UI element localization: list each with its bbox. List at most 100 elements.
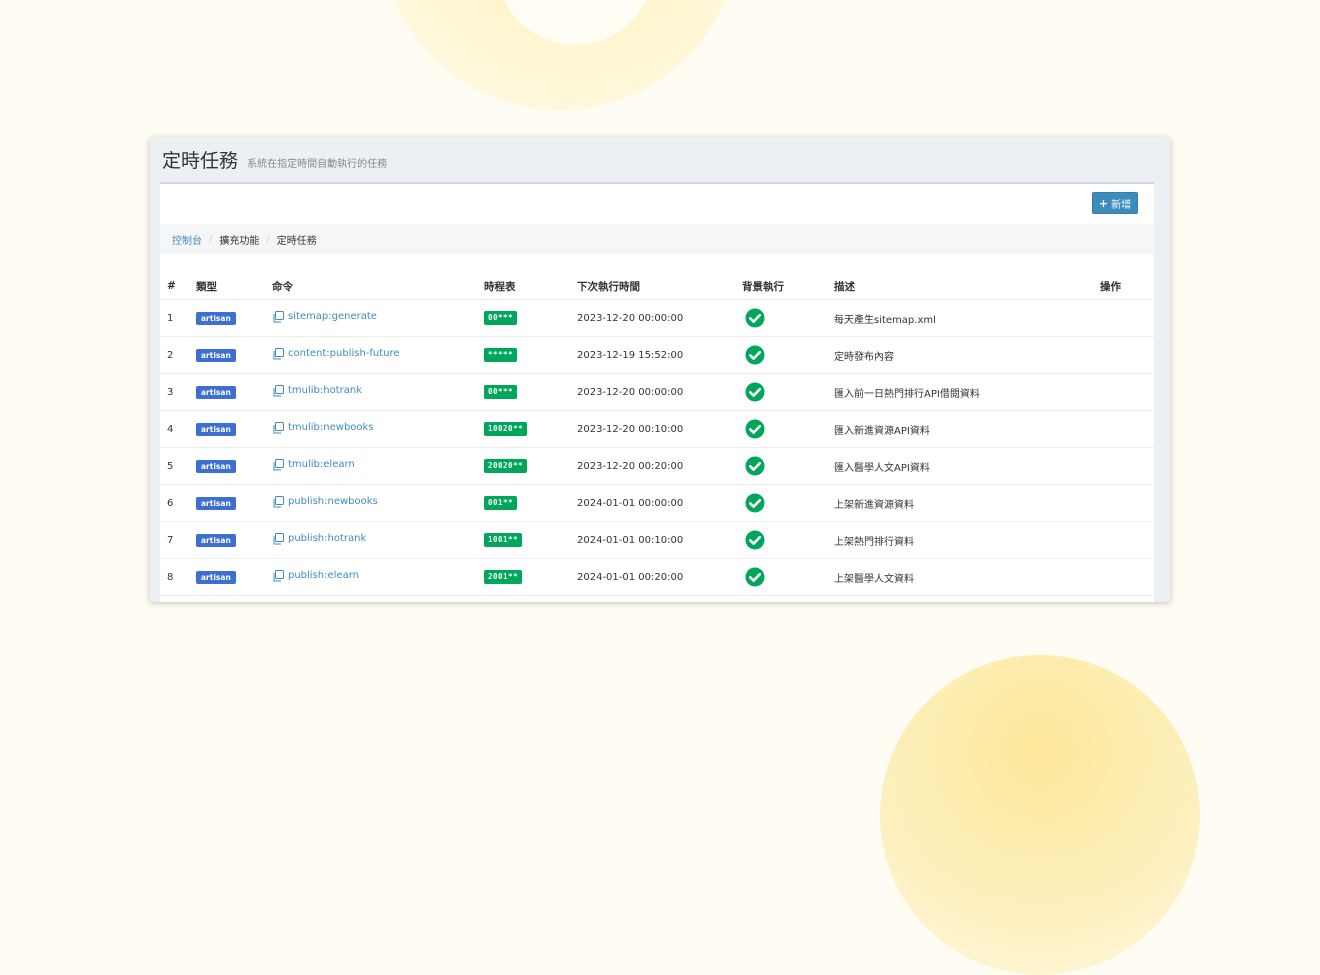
type-badge: artisan <box>196 496 236 510</box>
table-row: 5 artisan tmulib:elearn 20020** 2023-12-… <box>160 447 1154 485</box>
row-schedule: 00*** <box>484 373 577 411</box>
row-actions <box>1100 521 1154 559</box>
table-row: 8 artisan publish:elearn 2001** 2024-01-… <box>160 558 1154 596</box>
command-link[interactable]: tmulib:hotrank <box>272 384 362 397</box>
col-header-next-run: 下次執行時間 <box>577 273 742 300</box>
command-link[interactable]: sitemap:generate <box>272 310 377 323</box>
row-background <box>742 521 834 559</box>
row-next-run: 2024-01-01 00:00:00 <box>577 484 742 522</box>
row-num: 4 <box>160 410 196 448</box>
schedule-badge: 00*** <box>484 385 518 399</box>
schedule-badge: 1001** <box>484 533 523 547</box>
row-description: 每天產生sitemap.xml <box>834 299 1100 337</box>
type-badge: artisan <box>196 533 236 547</box>
row-type: artisan <box>196 484 272 522</box>
row-background <box>742 447 834 485</box>
page-title: 定時任務 <box>162 150 239 172</box>
row-description: 上架醫學人文資料 <box>834 558 1100 596</box>
copy-icon <box>273 532 284 544</box>
tasks-table: # 類型 命令 時程表 下次執行時間 背景執行 描述 操作 1 artisan <box>160 273 1154 596</box>
row-type: artisan <box>196 373 272 411</box>
row-actions <box>1100 447 1154 485</box>
row-actions <box>1100 484 1154 522</box>
check-circle-icon <box>745 567 765 587</box>
row-background <box>742 336 834 374</box>
col-header-schedule: 時程表 <box>484 273 577 300</box>
add-task-button[interactable]: + 新增 <box>1092 192 1138 214</box>
type-badge: artisan <box>196 422 236 436</box>
schedule-badge: 001** <box>484 496 518 510</box>
col-header-command: 命令 <box>272 273 484 300</box>
row-schedule: 00*** <box>484 299 577 337</box>
col-header-actions: 操作 <box>1100 273 1154 300</box>
schedule-badge: 2001** <box>484 570 523 584</box>
col-header-background: 背景執行 <box>742 273 834 300</box>
copy-icon <box>273 347 284 359</box>
row-actions <box>1100 336 1154 374</box>
row-command: tmulib:newbooks <box>272 410 484 448</box>
row-description: 匯入前一日熱門排行API借閱資料 <box>834 373 1100 411</box>
row-actions <box>1100 299 1154 337</box>
row-description: 匯入醫學人文API資料 <box>834 447 1100 485</box>
row-description: 上架新進資源資料 <box>834 484 1100 522</box>
row-actions <box>1100 558 1154 596</box>
row-schedule: ***** <box>484 336 577 374</box>
command-link[interactable]: publish:newbooks <box>272 495 378 508</box>
row-background <box>742 410 834 448</box>
schedule-badge: 10020** <box>484 422 528 436</box>
table-row: 1 artisan sitemap:generate 00*** 2023-12… <box>160 299 1154 337</box>
row-schedule: 001** <box>484 484 577 522</box>
row-num: 8 <box>160 558 196 596</box>
type-badge: artisan <box>196 459 236 473</box>
row-next-run: 2023-12-20 00:10:00 <box>577 410 742 448</box>
check-circle-icon <box>745 419 765 439</box>
row-num: 1 <box>160 299 196 337</box>
row-command: tmulib:hotrank <box>272 373 484 411</box>
type-badge: artisan <box>196 311 236 325</box>
row-next-run: 2023-12-20 00:00:00 <box>577 299 742 337</box>
command-link[interactable]: publish:hotrank <box>272 532 366 545</box>
content-window: 定時任務 系統在指定時間自動執行的任務 + 新增 控制台 / 擴充功能 / 定時… <box>150 138 1170 602</box>
row-command: tmulib:elearn <box>272 447 484 485</box>
breadcrumb-item-current: 定時任務 <box>276 235 317 247</box>
row-num: 5 <box>160 447 196 485</box>
col-header-description: 描述 <box>834 273 1100 300</box>
row-num: 6 <box>160 484 196 522</box>
table-row: 3 artisan tmulib:hotrank 00*** 2023-12-2… <box>160 373 1154 411</box>
add-button-label: 新增 <box>1111 199 1132 211</box>
copy-icon <box>273 421 284 433</box>
plus-icon: + <box>1098 196 1109 210</box>
decor-circle-bottom <box>880 655 1200 975</box>
copy-icon <box>273 458 284 470</box>
command-link[interactable]: content:publish-future <box>272 347 400 360</box>
row-description: 匯入新進資源API資料 <box>834 410 1100 448</box>
row-command: content:publish-future <box>272 336 484 374</box>
row-schedule: 1001** <box>484 521 577 559</box>
command-link[interactable]: tmulib:newbooks <box>272 421 374 434</box>
row-command: publish:newbooks <box>272 484 484 522</box>
row-schedule: 10020** <box>484 410 577 448</box>
check-circle-icon <box>745 308 765 328</box>
row-type: artisan <box>196 299 272 337</box>
row-num: 7 <box>160 521 196 559</box>
copy-icon <box>273 310 284 322</box>
row-schedule: 20020** <box>484 447 577 485</box>
check-circle-icon <box>745 530 765 550</box>
row-num: 3 <box>160 373 196 411</box>
row-next-run: 2023-12-19 15:52:00 <box>577 336 742 374</box>
type-badge: artisan <box>196 570 236 584</box>
row-type: artisan <box>196 521 272 559</box>
schedule-badge: 00*** <box>484 311 518 325</box>
type-badge: artisan <box>196 385 236 399</box>
command-link[interactable]: publish:elearn <box>272 569 359 582</box>
row-background <box>742 373 834 411</box>
row-background <box>742 299 834 337</box>
breadcrumb-item-extensions: 擴充功能 <box>219 235 260 247</box>
row-type: artisan <box>196 447 272 485</box>
type-badge: artisan <box>196 348 236 362</box>
copy-icon <box>273 569 284 581</box>
command-link[interactable]: tmulib:elearn <box>272 458 355 471</box>
row-background <box>742 558 834 596</box>
row-actions <box>1100 410 1154 448</box>
breadcrumb-item-dashboard[interactable]: 控制台 <box>172 232 202 247</box>
